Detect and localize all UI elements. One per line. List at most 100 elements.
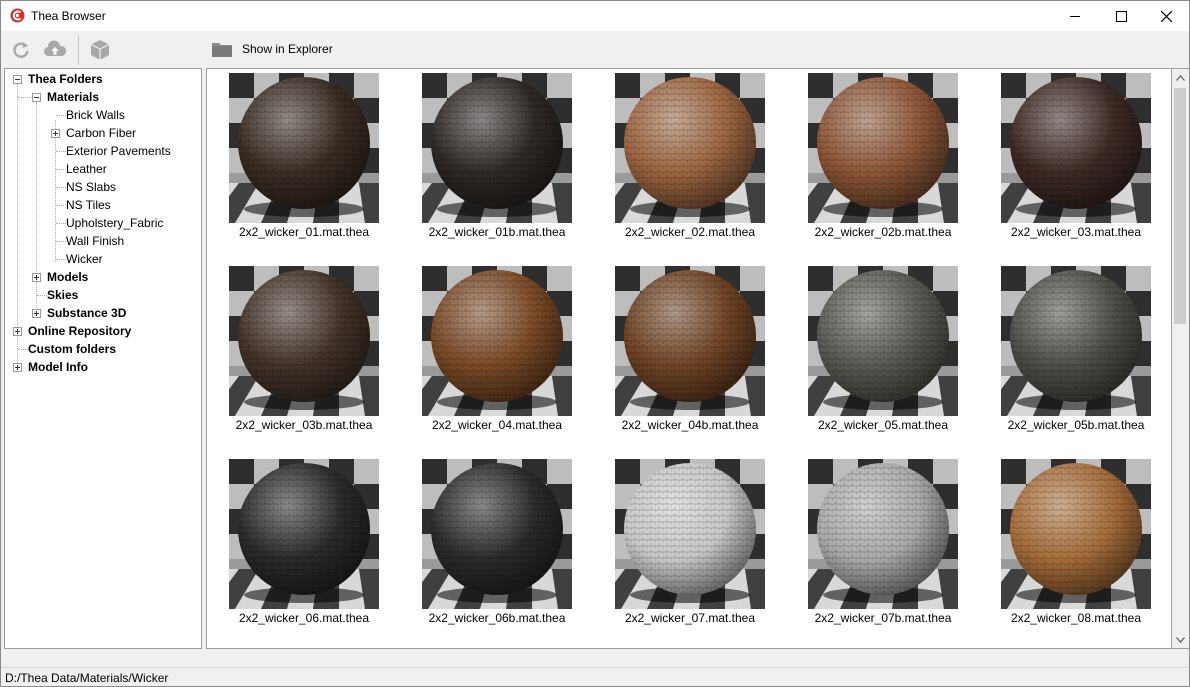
expand-thea-folders-icon[interactable] [13,75,22,84]
material-tile[interactable]: 2x2_wicker_01b.mat.thea [405,69,595,249]
material-filename: 2x2_wicker_04b.mat.thea [621,418,759,432]
expand-substance-icon[interactable] [32,309,41,318]
tree-connector [18,97,32,98]
material-tile[interactable]: 2x2_wicker_05.mat.thea [791,262,981,442]
material-tile[interactable]: 2x2_wicker_06.mat.thea [212,455,402,635]
material-tile[interactable]: 2x2_wicker_02.mat.thea [598,69,788,249]
tree-item-exterior-pavements[interactable]: Exterior Pavements [66,142,171,160]
material-preview-thumbnail [229,266,379,416]
tree-connector [56,169,66,170]
tree-item-wall-finish[interactable]: Wall Finish [66,232,124,250]
maximize-icon [1115,10,1127,22]
tree-item-upholstery-fabric[interactable]: Upholstery_Fabric [66,214,163,232]
tree-node-skies[interactable]: Skies [47,286,78,304]
material-preview-thumbnail [1001,266,1151,416]
material-filename: 2x2_wicker_06.mat.thea [238,611,370,625]
material-preview-thumbnail [422,73,572,223]
tree-item-ns-slabs[interactable]: NS Slabs [66,178,116,196]
material-tile[interactable]: 2x2_wicker_05b.mat.thea [984,262,1171,442]
material-filename: 2x2_wicker_02b.mat.thea [814,225,952,239]
refresh-button[interactable] [9,38,33,62]
material-preview-thumbnail [1001,459,1151,609]
material-preview-thumbnail [229,459,379,609]
folder-icon[interactable] [212,41,232,60]
show-in-explorer-button[interactable]: Show in Explorer [242,42,333,56]
refresh-icon [13,42,29,58]
tree-node-thea-folders[interactable]: Thea Folders [28,70,103,88]
vertical-scrollbar[interactable] [1172,68,1189,649]
toolbar-separator [78,35,79,65]
material-filename: 2x2_wicker_03.mat.thea [1010,225,1142,239]
tree-connector [56,187,66,188]
tree-node-model-info[interactable]: Model Info [28,358,88,376]
scroll-down-button[interactable] [1172,631,1189,648]
expand-online-repository-icon[interactable] [13,327,22,336]
material-preview-thumbnail [422,266,572,416]
tree-connector [36,102,37,316]
toolbar: Show in Explorer [1,31,1189,67]
material-filename: 2x2_wicker_08.mat.thea [1010,611,1142,625]
material-filename: 2x2_wicker_07b.mat.thea [814,611,952,625]
tree-item-leather[interactable]: Leather [66,160,107,178]
status-bar: D:/Thea Data/Materials/Wicker [1,667,1189,686]
material-tile[interactable]: 2x2_wicker_06b.mat.thea [405,455,595,635]
thea-browser-window: Thea Browser Show in Explorer Thea Folde… [0,0,1190,687]
material-thumbnail-grid: 2x2_wicker_01.mat.thea 2x2_wicker_01b.ma… [206,68,1172,649]
expand-materials-icon[interactable] [32,93,41,102]
model-button[interactable] [88,38,112,62]
thea-logo-icon [10,8,25,23]
chevron-up-icon [1176,74,1185,81]
material-tile[interactable]: 2x2_wicker_03b.mat.thea [212,262,402,442]
material-preview-thumbnail [615,73,765,223]
status-path: D:/Thea Data/Materials/Wicker [5,671,169,685]
tree-item-ns-tiles[interactable]: NS Tiles [66,196,111,214]
material-filename: 2x2_wicker_03b.mat.thea [235,418,373,432]
maximize-button[interactable] [1098,1,1144,31]
tree-connector [56,205,66,206]
material-tile[interactable]: 2x2_wicker_04b.mat.thea [598,262,788,442]
upload-button[interactable] [43,38,67,62]
close-button[interactable] [1143,1,1189,31]
material-preview-thumbnail [615,266,765,416]
material-preview-thumbnail [422,459,572,609]
tree-item-wicker[interactable]: Wicker [66,250,103,268]
tree-node-models[interactable]: Models [47,268,88,286]
scrollbar-thumb[interactable] [1174,88,1186,324]
material-tile[interactable]: 2x2_wicker_07.mat.thea [598,455,788,635]
cloud-upload-icon [43,40,67,57]
material-filename: 2x2_wicker_05b.mat.thea [1007,418,1145,432]
tree-connector [18,349,28,350]
material-tile[interactable]: 2x2_wicker_07b.mat.thea [791,455,981,635]
material-tile[interactable]: 2x2_wicker_02b.mat.thea [791,69,981,249]
expand-models-icon[interactable] [32,273,41,282]
material-filename: 2x2_wicker_07.mat.thea [624,611,756,625]
material-preview-thumbnail [615,459,765,609]
tree-connector [56,151,66,152]
material-preview-thumbnail [808,266,958,416]
expand-carbon-fiber-icon[interactable] [51,129,60,138]
minimize-button[interactable] [1052,1,1098,31]
tree-connector [55,120,56,261]
material-tile[interactable]: 2x2_wicker_03.mat.thea [984,69,1171,249]
material-tile[interactable]: 2x2_wicker_01.mat.thea [212,69,402,249]
material-preview-thumbnail [229,73,379,223]
folder-tree: Thea Folders Materials Brick Walls Carbo… [4,68,202,649]
material-filename: 2x2_wicker_01.mat.thea [238,225,370,239]
material-tile[interactable]: 2x2_wicker_04.mat.thea [405,262,595,442]
material-filename: 2x2_wicker_02.mat.thea [624,225,756,239]
minimize-icon [1069,15,1080,17]
material-filename: 2x2_wicker_01b.mat.thea [428,225,566,239]
tree-node-custom-folders[interactable]: Custom folders [28,340,116,358]
material-filename: 2x2_wicker_04.mat.thea [431,418,563,432]
material-tile[interactable]: 2x2_wicker_08.mat.thea [984,455,1171,635]
title-bar: Thea Browser [1,1,1189,31]
tree-node-substance-3d[interactable]: Substance 3D [47,304,126,322]
tree-item-brick-walls[interactable]: Brick Walls [66,106,125,124]
tree-node-materials[interactable]: Materials [47,88,99,106]
tree-connector [56,115,66,116]
expand-model-info-icon[interactable] [13,363,22,372]
tree-node-online-repository[interactable]: Online Repository [28,322,131,340]
material-preview-thumbnail [1001,73,1151,223]
scroll-up-button[interactable] [1172,69,1189,86]
tree-item-carbon-fiber[interactable]: Carbon Fiber [66,124,136,142]
